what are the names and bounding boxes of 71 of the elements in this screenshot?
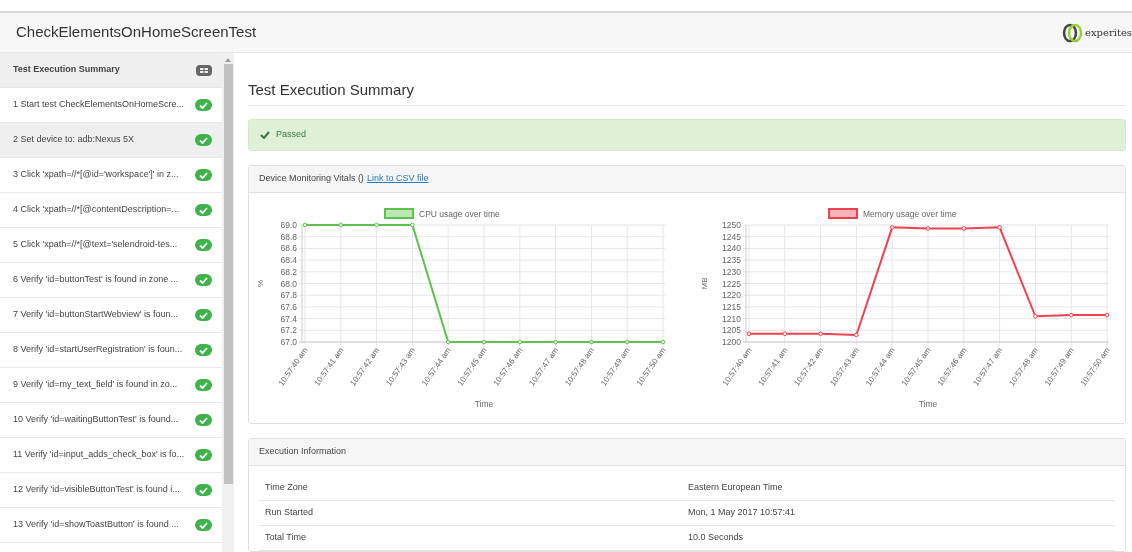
y-tick-label: 1250	[722, 220, 741, 230]
y-tick-label: 67.2	[280, 325, 297, 336]
data-point	[997, 225, 1002, 230]
card-title: Device Monitoring Vitals ()	[259, 172, 364, 186]
y-tick-label: 1225	[722, 278, 741, 289]
report-title: CheckElementsOnHomeScreenTest	[16, 22, 257, 43]
scrollbar-thumb[interactable]	[223, 64, 233, 484]
y-tick-label: 68.0	[280, 278, 297, 289]
status-alert: Passed	[248, 119, 1126, 151]
info-label: Total Time	[264, 531, 307, 545]
y-tick-label: 69.0	[280, 220, 297, 230]
y-tick-label: 68.6	[280, 243, 297, 254]
y-tick-label: 1220	[722, 290, 741, 301]
data-point	[553, 339, 558, 345]
y-tick-label: 67.8	[280, 290, 297, 301]
data-point	[374, 222, 379, 228]
data-point	[481, 339, 487, 345]
data-point	[410, 222, 415, 228]
data-point	[589, 339, 594, 345]
legend-label: Memory usage over time	[863, 209, 957, 219]
scrollbar[interactable]	[222, 53, 234, 552]
data-point	[1068, 312, 1074, 318]
y-tick-label: 67.6	[280, 301, 297, 312]
sidebar-item[interactable]: 2 Set device to: adb:Nexus 5X	[0, 123, 222, 158]
table-icon	[196, 64, 212, 76]
section-title: Test Execution Summary	[248, 81, 414, 98]
legend-label: CPU usage over time	[419, 209, 500, 219]
y-tick-label: 1215	[722, 301, 741, 312]
x-axis-label: Time	[918, 399, 938, 409]
y-tick-label: 68.8	[280, 231, 297, 242]
y-tick-label: 1205	[722, 325, 741, 336]
data-point	[889, 225, 895, 230]
y-axis-label: MB	[700, 277, 709, 290]
y-tick-label: 68.4	[280, 255, 297, 266]
data-point	[854, 332, 859, 338]
data-point	[961, 226, 967, 231]
info-label: Run Started	[264, 506, 315, 520]
y-tick-label: 67.4	[280, 313, 297, 324]
data-point	[517, 339, 523, 345]
y-axis-label: %	[256, 279, 265, 288]
info-value: Eastern European Time	[688, 481, 783, 495]
y-tick-label: 67.0	[280, 337, 297, 347]
scroll-up-icon[interactable]	[225, 57, 231, 62]
data-point	[925, 226, 931, 231]
data-point	[660, 339, 666, 345]
data-point	[746, 331, 752, 337]
logo-icon	[1062, 22, 1085, 43]
logo-text: experites	[1085, 26, 1132, 40]
y-tick-label: 1235	[722, 255, 741, 266]
data-point	[1104, 312, 1110, 318]
data-point	[445, 339, 451, 345]
y-tick-label: 1240	[722, 243, 741, 254]
data-point	[302, 222, 308, 228]
y-tick-label: 1200	[722, 337, 741, 347]
data-point	[782, 331, 788, 337]
y-tick-label: 1210	[722, 313, 741, 324]
y-tick-label: 1245	[722, 231, 741, 242]
info-value: Mon, 1 May 2017 10:57:41	[688, 506, 796, 520]
data-point	[624, 339, 630, 345]
data-point	[818, 331, 823, 337]
x-axis-label: Time	[474, 399, 494, 409]
data-point	[338, 222, 344, 228]
csv-link[interactable]: Link to CSV file	[366, 172, 429, 186]
card-title: Execution Information	[259, 445, 347, 459]
info-value: 10.0 Seconds	[688, 531, 744, 545]
sidebar-item[interactable]: Test Execution Summary	[0, 53, 222, 88]
data-point	[1033, 313, 1038, 319]
y-tick-label: 1230	[722, 266, 741, 277]
y-tick-label: 68.2	[280, 266, 297, 277]
check-icon	[260, 131, 270, 139]
info-label: Time Zone	[264, 481, 309, 495]
